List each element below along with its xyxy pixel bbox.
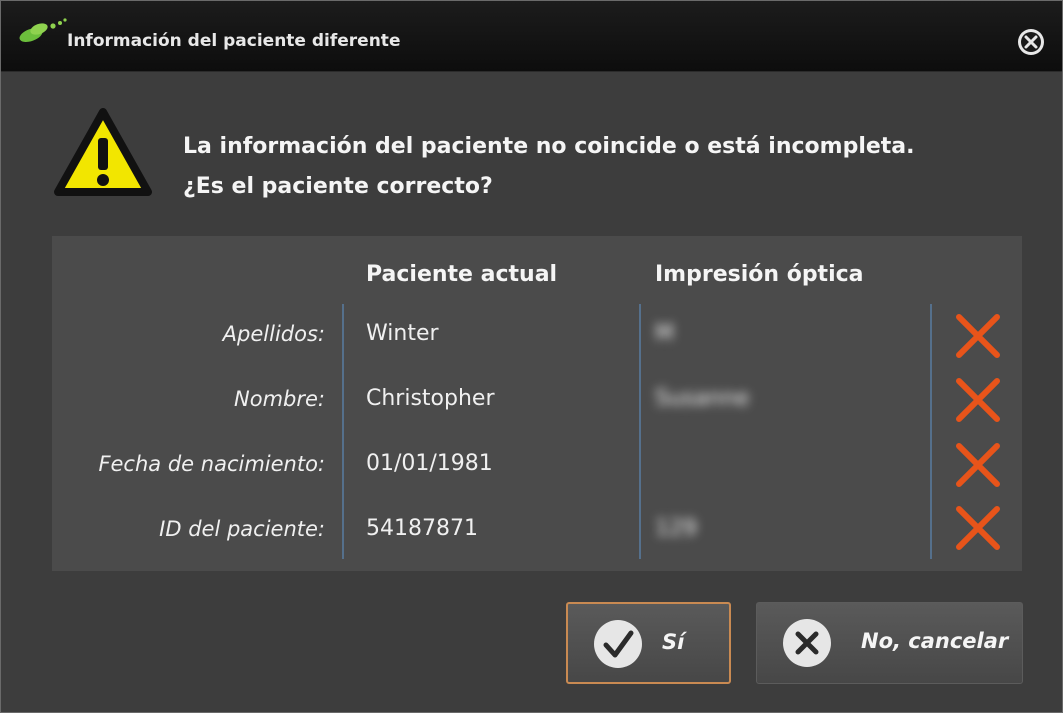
row-label-apellidos: Apellidos:	[222, 322, 325, 346]
message-line-1: La información del paciente no coincide …	[183, 134, 915, 159]
window-title: Información del paciente diferente	[67, 31, 401, 51]
current-id: 54187871	[366, 516, 478, 541]
header-current-patient: Paciente actual	[366, 262, 558, 287]
optical-apellidos: M	[655, 321, 674, 346]
yes-button[interactable]: Sí	[566, 602, 731, 684]
x-mark-icon	[956, 506, 1000, 550]
x-mark-icon	[956, 378, 1000, 422]
message-line-2: ¿Es el paciente correcto?	[183, 174, 493, 199]
header-optical-impression: Impresión óptica	[655, 262, 864, 287]
dialog-window: Información del paciente diferente La in…	[0, 0, 1063, 713]
check-circle-icon	[594, 620, 642, 668]
title-bar[interactable]: Información del paciente diferente	[1, 1, 1062, 72]
column-divider	[639, 304, 641, 559]
row-label-fecha: Fecha de nacimiento:	[98, 452, 325, 476]
app-logo-icon	[19, 18, 67, 42]
column-divider	[342, 304, 344, 559]
current-nombre: Christopher	[366, 386, 495, 411]
x-mark-icon	[956, 314, 1000, 358]
row-label-id: ID del paciente:	[159, 517, 325, 541]
column-divider	[930, 304, 932, 559]
warning-icon	[54, 108, 152, 196]
optical-nombre: Susanne	[655, 386, 750, 411]
current-apellidos: Winter	[366, 321, 439, 346]
cancel-button[interactable]: No, cancelar	[756, 602, 1023, 684]
comparison-table: Paciente actual Impresión óptica Apellid…	[52, 236, 1022, 571]
close-icon[interactable]	[1016, 27, 1046, 57]
dialog-message: La información del paciente no coincide …	[183, 127, 915, 207]
x-mark-icon	[956, 443, 1000, 487]
optical-id: 129	[655, 516, 697, 541]
x-circle-icon	[783, 619, 831, 667]
current-fecha: 01/01/1981	[366, 451, 493, 476]
cancel-button-label: No, cancelar	[861, 629, 1009, 653]
row-label-nombre: Nombre:	[234, 387, 325, 411]
yes-button-label: Sí	[662, 630, 685, 654]
